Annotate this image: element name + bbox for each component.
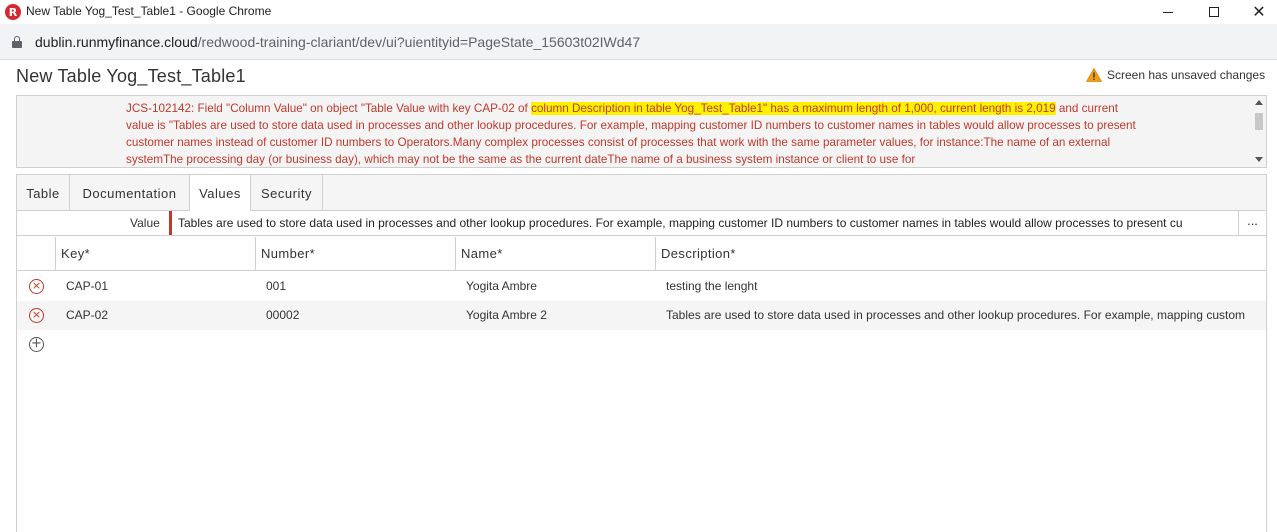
error-message-box: JCS-102142: Field "Column Value" on obje…: [16, 95, 1267, 168]
url-host: dublin.runmyfinance.cloud: [35, 34, 198, 50]
column-header-description[interactable]: Description*: [655, 237, 1266, 271]
close-button[interactable]: ✕: [1236, 0, 1277, 24]
warning-icon: [1086, 68, 1102, 82]
maximize-button[interactable]: [1191, 0, 1237, 24]
value-editor-row: Value Tables are used to store data used…: [17, 211, 1266, 236]
add-row-icon[interactable]: +: [29, 337, 44, 352]
cell-name[interactable]: Yogita Ambre 2: [466, 301, 651, 330]
table-row[interactable]: × CAP-01 001 Yogita Ambre testing the le…: [17, 272, 1266, 301]
scroll-thumb[interactable]: [1255, 113, 1263, 130]
address-bar[interactable]: dublin.runmyfinance.cloud/redwood-traini…: [0, 24, 1277, 60]
url-text[interactable]: dublin.runmyfinance.cloud/redwood-traini…: [35, 34, 640, 50]
unsaved-changes-text: Screen has unsaved changes: [1107, 68, 1266, 82]
column-header-name[interactable]: Name*: [455, 237, 655, 271]
grid-header: Key* Number* Name* Description*: [17, 237, 1266, 271]
cell-name[interactable]: Yogita Ambre: [466, 272, 651, 301]
close-icon: ✕: [1252, 4, 1266, 21]
value-input[interactable]: Tables are used to store data used in pr…: [169, 211, 1238, 235]
url-path: /redwood-training-clariant/dev/ui?uienti…: [197, 34, 641, 50]
tab-values[interactable]: Values: [190, 175, 251, 212]
window-titlebar: R New Table Yog_Test_Table1 - Google Chr…: [0, 0, 1277, 24]
error-scrollbar[interactable]: [1253, 97, 1265, 166]
value-expand-button[interactable]: ...: [1238, 211, 1266, 235]
scroll-up-icon[interactable]: [1255, 100, 1263, 105]
tab-security[interactable]: Security: [251, 175, 323, 211]
cell-number[interactable]: 00002: [266, 301, 451, 330]
column-header-number[interactable]: Number*: [255, 237, 455, 271]
error-highlight: column Description in table Yog_Test_Tab…: [531, 102, 1056, 115]
tab-documentation[interactable]: Documentation: [70, 175, 190, 211]
cell-number[interactable]: 001: [266, 272, 451, 301]
tab-bar: Table Documentation Values Security: [17, 175, 1266, 212]
table-row[interactable]: × CAP-02 00002 Yogita Ambre 2 Tables are…: [17, 301, 1266, 330]
cell-description[interactable]: Tables are used to store data used in pr…: [666, 301, 1266, 330]
cell-key[interactable]: CAP-02: [66, 301, 251, 330]
minimize-icon: [1163, 11, 1173, 13]
cell-key[interactable]: CAP-01: [66, 272, 251, 301]
maximize-icon: [1209, 7, 1219, 17]
minimize-button[interactable]: [1145, 0, 1191, 24]
cell-description[interactable]: testing the lenght: [666, 272, 1266, 301]
delete-row-icon[interactable]: ×: [29, 308, 44, 323]
column-header-key[interactable]: Key*: [55, 237, 255, 271]
redwood-logo-icon: R: [5, 4, 21, 20]
unsaved-changes-indicator: Screen has unsaved changes: [1086, 68, 1265, 82]
tab-table[interactable]: Table: [17, 175, 70, 211]
value-label: Value: [130, 216, 160, 230]
window-title: New Table Yog_Test_Table1 - Google Chrom…: [26, 4, 272, 18]
editor-panel: Table Documentation Values Security Valu…: [16, 174, 1267, 532]
error-prefix: JCS-102142: Field "Column Value" on obje…: [126, 102, 532, 115]
error-message: JCS-102142: Field "Column Value" on obje…: [126, 100, 1146, 167]
lock-icon[interactable]: [12, 36, 22, 48]
delete-row-icon[interactable]: ×: [29, 279, 44, 294]
scroll-down-icon[interactable]: [1255, 157, 1263, 162]
page-title: New Table Yog_Test_Table1: [16, 66, 246, 86]
